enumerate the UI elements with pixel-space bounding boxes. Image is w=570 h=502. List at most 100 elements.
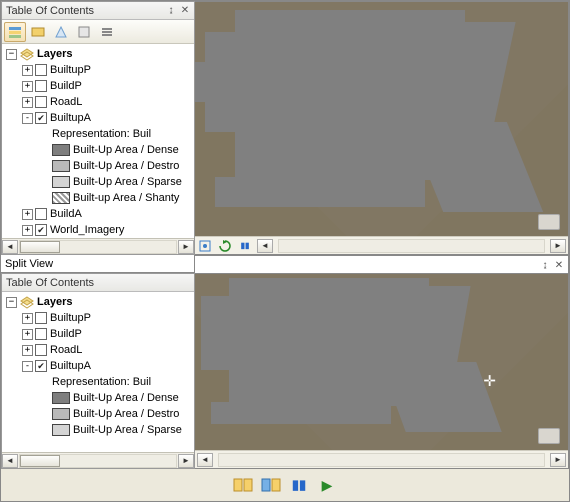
expander-icon[interactable]: + bbox=[22, 345, 33, 356]
refresh-icon[interactable] bbox=[217, 239, 233, 253]
toc-scrollbar[interactable]: ◄ ► bbox=[2, 238, 194, 254]
checkbox[interactable] bbox=[35, 224, 47, 236]
layers-label: Layers bbox=[37, 296, 72, 308]
expander-icon[interactable]: - bbox=[22, 361, 33, 372]
layer-item[interactable]: +BuiltupP bbox=[4, 62, 194, 78]
expander-icon[interactable]: + bbox=[22, 97, 33, 108]
map-canvas[interactable] bbox=[195, 2, 568, 236]
layer-label: BuiltupA bbox=[50, 112, 91, 124]
layer-label: World_Imagery bbox=[50, 224, 124, 236]
split-header-right: ↨ ✕ bbox=[195, 255, 569, 273]
checkbox[interactable] bbox=[35, 208, 47, 220]
scroll-track[interactable] bbox=[19, 240, 177, 254]
layers-root[interactable]: − Layers bbox=[4, 46, 194, 62]
rep-label: Built-up Area / Shanty bbox=[73, 192, 179, 204]
checkbox[interactable] bbox=[35, 80, 47, 92]
checkbox[interactable] bbox=[35, 328, 47, 340]
toc-title: Table Of Contents bbox=[6, 277, 192, 289]
expander-icon[interactable]: + bbox=[22, 313, 33, 324]
layer-label: RoadL bbox=[50, 344, 82, 356]
scroll-right-icon[interactable]: ► bbox=[178, 240, 194, 254]
rep-item[interactable]: Built-up Area / Shanty bbox=[4, 190, 194, 206]
layer-item[interactable]: + World_Imagery bbox=[4, 222, 194, 238]
layer-item[interactable]: + BuildP bbox=[4, 326, 194, 342]
expander-icon[interactable]: − bbox=[6, 49, 17, 60]
layer-label: RoadL bbox=[50, 96, 82, 108]
expander-icon[interactable]: + bbox=[22, 81, 33, 92]
swatch-icon bbox=[52, 424, 70, 436]
sync-icon[interactable] bbox=[260, 474, 282, 496]
layer-item[interactable]: + RoadL bbox=[4, 342, 194, 358]
list-by-selection-icon[interactable] bbox=[73, 22, 95, 42]
expander-icon[interactable]: + bbox=[22, 209, 33, 220]
scroll-track[interactable] bbox=[19, 454, 177, 468]
scroll-thumb[interactable] bbox=[20, 455, 60, 467]
swatch-icon bbox=[52, 408, 70, 420]
list-by-source-icon[interactable] bbox=[27, 22, 49, 42]
map-toolbar: ◄ ► bbox=[195, 450, 568, 468]
map-popup-icon[interactable] bbox=[538, 214, 560, 230]
scroll-track[interactable] bbox=[278, 239, 545, 253]
toc-scrollbar[interactable]: ◄ ► bbox=[2, 452, 194, 468]
rep-item[interactable]: Built-Up Area / Dense bbox=[4, 142, 194, 158]
layers-icon bbox=[19, 295, 35, 309]
rep-item[interactable]: Built-Up Area / Sparse bbox=[4, 422, 194, 438]
layer-item[interactable]: + RoadL bbox=[4, 94, 194, 110]
toc-titlebar: Table Of Contents bbox=[2, 274, 194, 292]
layer-item[interactable]: +BuiltupP bbox=[4, 310, 194, 326]
pause-icon[interactable]: ▮▮ bbox=[288, 474, 310, 496]
scroll-right-icon[interactable]: ► bbox=[550, 239, 566, 253]
scroll-right-icon[interactable]: ► bbox=[550, 453, 566, 467]
scroll-left-icon[interactable]: ◄ bbox=[2, 240, 18, 254]
rep-label: Built-Up Area / Destro bbox=[73, 408, 179, 420]
scroll-thumb[interactable] bbox=[20, 241, 60, 253]
map-popup-icon[interactable] bbox=[538, 428, 560, 444]
rep-item[interactable]: Built-Up Area / Dense bbox=[4, 390, 194, 406]
layer-label: BuildA bbox=[50, 208, 82, 220]
table-of-contents-top: Table Of Contents ↨ ✕ − bbox=[1, 1, 195, 255]
layer-item[interactable]: - BuiltupA bbox=[4, 110, 194, 126]
rep-item[interactable]: Built-Up Area / Destro bbox=[4, 406, 194, 422]
checkbox[interactable] bbox=[35, 112, 47, 124]
checkbox[interactable] bbox=[35, 312, 47, 324]
layer-label: BuildP bbox=[50, 328, 82, 340]
swatch-icon bbox=[52, 160, 70, 172]
layers-root[interactable]: − Layers bbox=[4, 294, 194, 310]
play-icon[interactable]: ▶ bbox=[316, 474, 338, 496]
checkbox[interactable] bbox=[35, 344, 47, 356]
scroll-left-icon[interactable]: ◄ bbox=[2, 454, 18, 468]
expander-icon[interactable]: − bbox=[6, 297, 17, 308]
rep-item[interactable]: Built-Up Area / Destro bbox=[4, 158, 194, 174]
scroll-left-icon[interactable]: ◄ bbox=[257, 239, 273, 253]
expander-icon[interactable]: - bbox=[22, 113, 33, 124]
rep-item[interactable]: Built-Up Area / Sparse bbox=[4, 174, 194, 190]
scroll-track[interactable] bbox=[218, 453, 545, 467]
close-icon[interactable]: ✕ bbox=[552, 258, 566, 272]
checkbox[interactable] bbox=[35, 64, 47, 76]
pin-icon[interactable]: ↨ bbox=[538, 258, 552, 272]
split-icon[interactable] bbox=[232, 474, 254, 496]
layer-item[interactable]: +BuildP bbox=[4, 78, 194, 94]
map-canvas[interactable]: ✛ bbox=[195, 274, 568, 450]
toc-toolbar bbox=[2, 20, 194, 44]
scroll-right-icon[interactable]: ► bbox=[178, 454, 194, 468]
scroll-left-icon[interactable]: ◄ bbox=[197, 453, 213, 467]
layer-item[interactable]: + BuildA bbox=[4, 206, 194, 222]
close-icon[interactable]: ✕ bbox=[178, 4, 192, 18]
pin-icon[interactable]: ↨ bbox=[164, 4, 178, 18]
pause-draw-icon[interactable]: ▮▮ bbox=[237, 239, 253, 253]
toc-options-icon[interactable] bbox=[96, 22, 118, 42]
list-by-drawing-order-icon[interactable] bbox=[4, 22, 26, 42]
identify-icon[interactable] bbox=[197, 239, 213, 253]
expander-icon[interactable]: + bbox=[22, 65, 33, 76]
rep-label: Representation: Buil bbox=[52, 128, 151, 140]
map-view-top: ▮▮ ◄ ► bbox=[195, 1, 569, 255]
list-by-visibility-icon[interactable] bbox=[50, 22, 72, 42]
expander-icon[interactable]: + bbox=[22, 329, 33, 340]
checkbox[interactable] bbox=[35, 360, 47, 372]
layer-item[interactable]: -BuiltupA bbox=[4, 358, 194, 374]
rep-label: Built-Up Area / Sparse bbox=[73, 176, 182, 188]
checkbox[interactable] bbox=[35, 96, 47, 108]
swatch-icon bbox=[52, 192, 70, 204]
expander-icon[interactable]: + bbox=[22, 225, 33, 236]
